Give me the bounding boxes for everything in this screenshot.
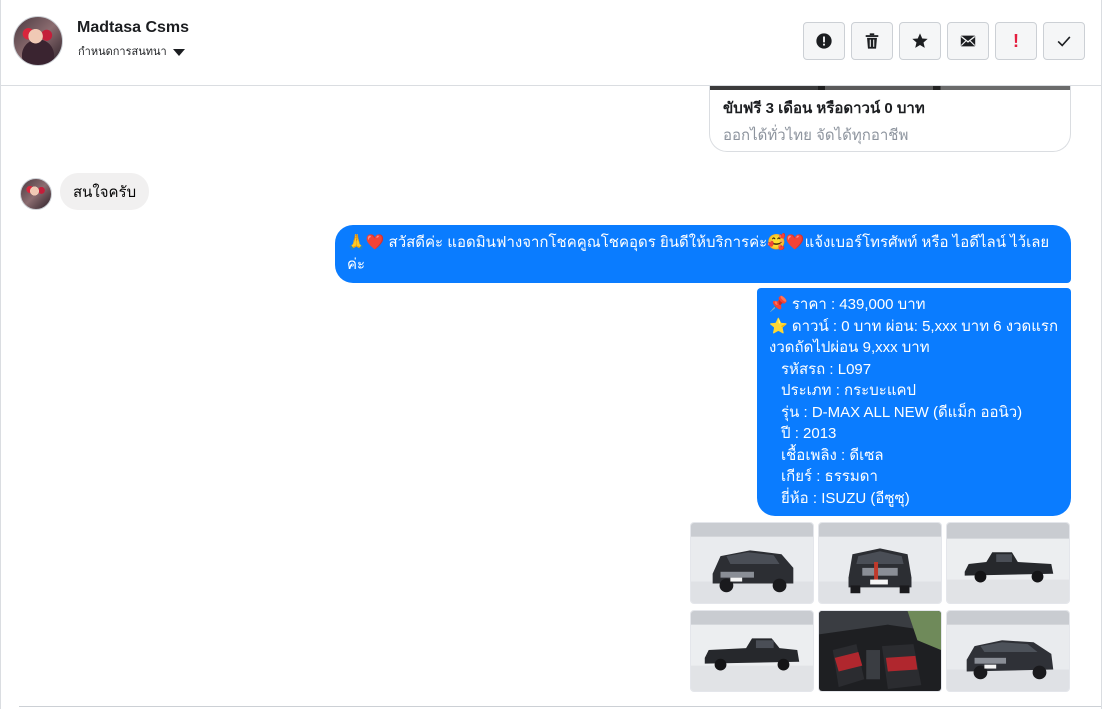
- outgoing-message-details[interactable]: 📌 ราคา : 439,000 บาท ⭐ ดาวน์ : 0 บาท ผ่อ…: [757, 288, 1071, 516]
- car-gear-line: เกียร์ : ธรรมดา: [781, 468, 878, 485]
- incoming-message-text: สนใจครับ: [73, 183, 137, 201]
- photo-grid: [690, 522, 1071, 692]
- car-photo[interactable]: [818, 610, 942, 692]
- assign-conversation-dropdown[interactable]: กำหนดการสนทนา: [78, 42, 185, 60]
- incoming-message[interactable]: สนใจครับ: [60, 173, 150, 210]
- link-preview-card[interactable]: ขับฟรี 3 เดือน หรือดาวน์ 0 บาท ออกได้ทั่…: [709, 82, 1071, 152]
- link-preview-subtitle: ออกได้ทั่วไทย จัดได้ทุกอาชีพ: [723, 127, 909, 144]
- car-code-line: รหัสรถ : L097: [781, 360, 872, 378]
- contact-name[interactable]: Madtasa Csms: [77, 19, 189, 37]
- car-front-three-quarter-image: [691, 523, 813, 603]
- car-year-line: ปี : 2013: [781, 425, 837, 442]
- report-spam-button[interactable]: [803, 22, 845, 60]
- mark-unread-button[interactable]: [947, 22, 989, 60]
- smiling-hearts-emoji: 🥰: [767, 233, 786, 251]
- heart-emoji: ❤️: [785, 233, 805, 251]
- heart-emoji: ❤️: [365, 233, 385, 251]
- car-side-rear-image: [691, 611, 813, 691]
- delete-button[interactable]: [851, 22, 893, 60]
- trash-icon: [865, 33, 879, 49]
- assign-label: กำหนดการสนทนา: [78, 46, 167, 58]
- car-side-image: [947, 523, 1069, 603]
- caret-down-icon: [172, 48, 185, 56]
- follow-up-button[interactable]: !: [995, 22, 1037, 60]
- exclamation-icon: !: [1013, 30, 1019, 51]
- car-brand-line: ยี่ห้อ : ISUZU (อีซูซุ): [781, 489, 910, 507]
- folded-hands-emoji: 🙏: [347, 233, 366, 251]
- car-photo[interactable]: [946, 610, 1070, 692]
- envelope-icon: [960, 35, 976, 47]
- installment-line: งวดถัดไปผ่อน 9,xxx บาท: [769, 339, 930, 356]
- car-photo[interactable]: [818, 522, 942, 604]
- message-thread[interactable]: ขับฟรี 3 เดือน หรือดาวน์ 0 บาท ออกได้ทั่…: [1, 82, 1101, 709]
- conversation-toolbar: !: [803, 22, 1085, 60]
- car-photo[interactable]: [946, 522, 1070, 604]
- sender-avatar[interactable]: [20, 178, 52, 210]
- star-button[interactable]: [899, 22, 941, 60]
- alert-circle-icon: [816, 33, 832, 49]
- messenger-window: Madtasa Csms กำหนดการสนทนา ! ขับฟรี 3 เด…: [0, 0, 1102, 709]
- outgoing-message[interactable]: 🙏❤️ สวัสดีค่ะ แอดมินฟางจากโชคคูณโชคอุดร …: [335, 225, 1071, 283]
- car-type-line: ประเภท : กระบะแคป: [781, 382, 917, 399]
- link-preview-title: ขับฟรี 3 เดือน หรือดาวน์ 0 บาท: [723, 100, 925, 117]
- car-front-image: [819, 523, 941, 603]
- car-front-angle-image: [947, 611, 1069, 691]
- check-icon: [1057, 36, 1071, 47]
- car-photo[interactable]: [690, 522, 814, 604]
- price-line: ราคา : 439,000 บาท: [787, 296, 926, 313]
- car-fuel-line: เชื้อเพลิง : ดีเซล: [781, 446, 884, 464]
- avatar[interactable]: [13, 16, 63, 66]
- pushpin-emoji: 📌: [769, 295, 788, 313]
- conversation-header: Madtasa Csms กำหนดการสนทนา !: [1, 0, 1101, 86]
- car-model-line: รุ่น : D-MAX ALL NEW (ดีแม็ก ออนิว): [781, 403, 1023, 421]
- car-interior-image: [819, 611, 941, 691]
- down-payment-line: ดาวน์ : 0 บาท ผ่อน: 5,xxx บาท 6 งวดแรก: [787, 317, 1059, 335]
- star-icon: [912, 33, 928, 48]
- car-photo[interactable]: [690, 610, 814, 692]
- star-emoji: ⭐: [769, 316, 788, 335]
- mark-done-button[interactable]: [1043, 22, 1085, 60]
- message-text: สวัสดีค่ะ แอดมินฟางจากโชคคูณโชคอุดร ยินด…: [384, 234, 768, 251]
